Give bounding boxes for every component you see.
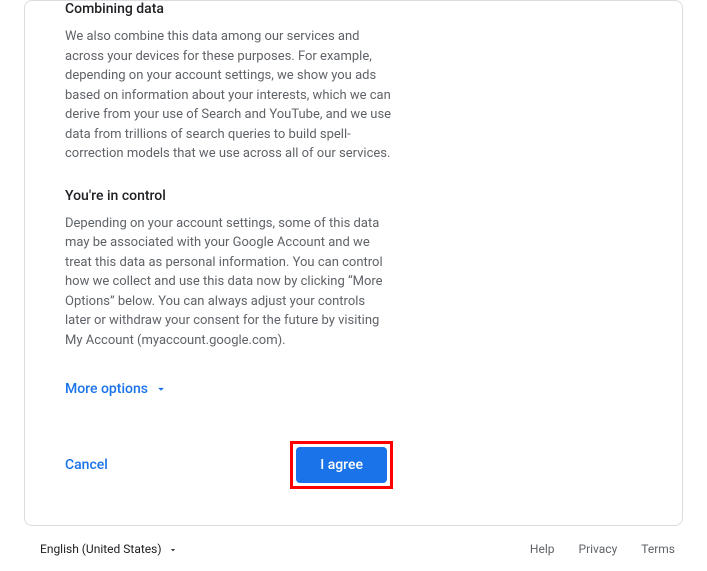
content-area: Combining data We also combine this data… xyxy=(65,1,393,489)
combining-data-paragraph: We also combine this data among our serv… xyxy=(65,27,393,164)
more-options-label: More options xyxy=(65,381,148,397)
privacy-link[interactable]: Privacy xyxy=(579,542,618,556)
more-options-row: More options xyxy=(65,378,393,397)
dropdown-triangle-icon xyxy=(168,544,178,554)
agree-highlight: I agree xyxy=(290,441,393,489)
agree-button[interactable]: I agree xyxy=(296,447,387,483)
action-row: Cancel I agree xyxy=(65,441,393,489)
in-control-paragraph: Depending on your account settings, some… xyxy=(65,214,393,351)
more-options-toggle[interactable]: More options xyxy=(65,381,168,397)
combining-data-heading: Combining data xyxy=(65,1,393,17)
footer-links: Help Privacy Terms xyxy=(530,542,675,556)
language-label: English (United States) xyxy=(40,542,162,556)
help-link[interactable]: Help xyxy=(530,542,555,556)
terms-link[interactable]: Terms xyxy=(641,542,675,556)
language-selector[interactable]: English (United States) xyxy=(40,542,178,556)
footer: English (United States) Help Privacy Ter… xyxy=(0,526,707,556)
chevron-down-icon xyxy=(154,382,168,396)
signup-card: Combining data We also combine this data… xyxy=(24,0,683,526)
cancel-button[interactable]: Cancel xyxy=(65,457,108,473)
in-control-heading: You're in control xyxy=(65,188,393,204)
